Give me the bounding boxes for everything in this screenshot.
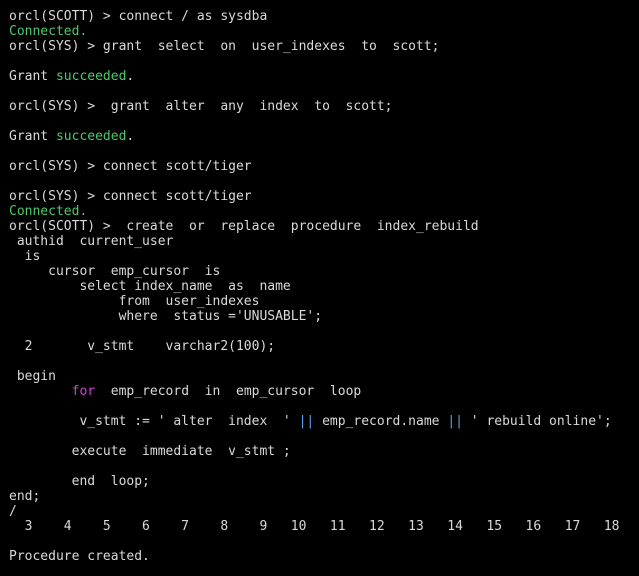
terminal-line: begin [9, 369, 56, 384]
terminal-text-segment: where status ='UNUSABLE'; [9, 309, 323, 324]
terminal-line: execute immediate v_stmt ; [9, 444, 291, 459]
terminal-line: end loop; [9, 474, 150, 489]
terminal-text-segment: end loop; [9, 474, 150, 489]
terminal-line: Connected. [9, 204, 87, 219]
terminal-text-segment: emp_record in emp_cursor loop [95, 384, 362, 399]
terminal-line: is [9, 249, 41, 264]
terminal-text-segment: orcl(SYS) > connect scott/tiger [9, 159, 252, 174]
terminal-text-segment: for [71, 384, 96, 399]
terminal-line: orcl(SYS) > connect scott/tiger [9, 159, 252, 174]
terminal-text-segment: orcl(SYS) > grant select on user_indexes… [9, 39, 440, 54]
terminal-line: where status ='UNUSABLE'; [9, 309, 323, 324]
terminal-line: orcl(SYS) > grant select on user_indexes… [9, 39, 439, 54]
terminal-line: for emp_record in emp_cursor loop [9, 384, 362, 399]
terminal-text-segment: Connected. [9, 204, 88, 219]
terminal-text-segment: emp_record.name [314, 414, 448, 429]
terminal-line: orcl(SCOTT) > create or replace procedur… [9, 219, 479, 234]
terminal-text-segment: select index_name as name [9, 279, 291, 294]
terminal-text-segment: begin [9, 369, 56, 384]
terminal-text-segment: cursor emp_cursor is [9, 264, 221, 279]
terminal-text-segment: authid current_user [9, 234, 174, 249]
terminal-line: Procedure created. [9, 549, 150, 564]
terminal-line: Connected. [9, 24, 87, 39]
terminal-text-segment: succeeded [55, 129, 127, 144]
terminal-text-segment: orcl(SCOTT) > create or replace procedur… [9, 219, 479, 234]
terminal-text-segment: 2 v_stmt varchar2(100); [9, 339, 276, 354]
terminal-window[interactable]: orcl(SCOTT) > connect / as sysdba Connect… [0, 0, 639, 576]
terminal-text-segment: ' rebuild online'; [462, 414, 612, 429]
terminal-text-segment: Procedure created. [9, 549, 150, 564]
terminal-text-segment: || [447, 414, 463, 429]
terminal-line: 3 4 5 6 7 8 9 10 11 12 13 14 15 16 17 18 [9, 519, 620, 534]
terminal-line: orcl(SCOTT) > connect / as sysdba [9, 9, 267, 24]
terminal-text-segment: Grant [9, 69, 56, 84]
terminal-line: v_stmt := ' alter index ' || emp_record.… [9, 414, 612, 429]
terminal-text-segment: Connected. [9, 24, 88, 39]
terminal-text-segment: . [126, 129, 135, 144]
terminal-text-segment: end; [9, 489, 41, 504]
terminal-line: orcl(SYS) > grant alter any index to sco… [9, 99, 393, 114]
terminal-text-segment: succeeded [55, 69, 127, 84]
terminal-text-segment: / [9, 504, 17, 519]
terminal-text-segment: orcl(SCOTT) > connect / as sysdba [9, 9, 268, 24]
terminal-text-segment: 3 4 5 6 7 8 9 10 11 12 13 14 15 16 17 18 [9, 519, 620, 534]
terminal-text-segment: v_stmt := ' alter index ' [9, 414, 299, 429]
terminal-text-segment: || [298, 414, 315, 429]
terminal-line: authid current_user [9, 234, 174, 249]
terminal-text-segment: Grant [9, 129, 56, 144]
terminal-text-segment: orcl(SYS) > connect scott/tiger [9, 189, 252, 204]
terminal-line: Grant succeeded. [9, 69, 134, 84]
terminal-line: 2 v_stmt varchar2(100); [9, 339, 275, 354]
terminal-text-segment: is [9, 249, 41, 264]
terminal-text-segment: orcl(SYS) > grant alter any index to sco… [9, 99, 393, 114]
terminal-line: cursor emp_cursor is [9, 264, 220, 279]
terminal-line: Grant succeeded. [9, 129, 134, 144]
terminal-line: / [9, 504, 17, 519]
terminal-line: orcl(SYS) > connect scott/tiger [9, 189, 252, 204]
terminal-line: end; [9, 489, 40, 504]
terminal-text-segment: from user_indexes [9, 294, 260, 309]
terminal-line: select index_name as name [9, 279, 291, 294]
terminal-line: from user_indexes [9, 294, 260, 309]
terminal-text-segment: execute immediate v_stmt ; [9, 444, 291, 459]
terminal-text-segment: . [126, 69, 135, 84]
